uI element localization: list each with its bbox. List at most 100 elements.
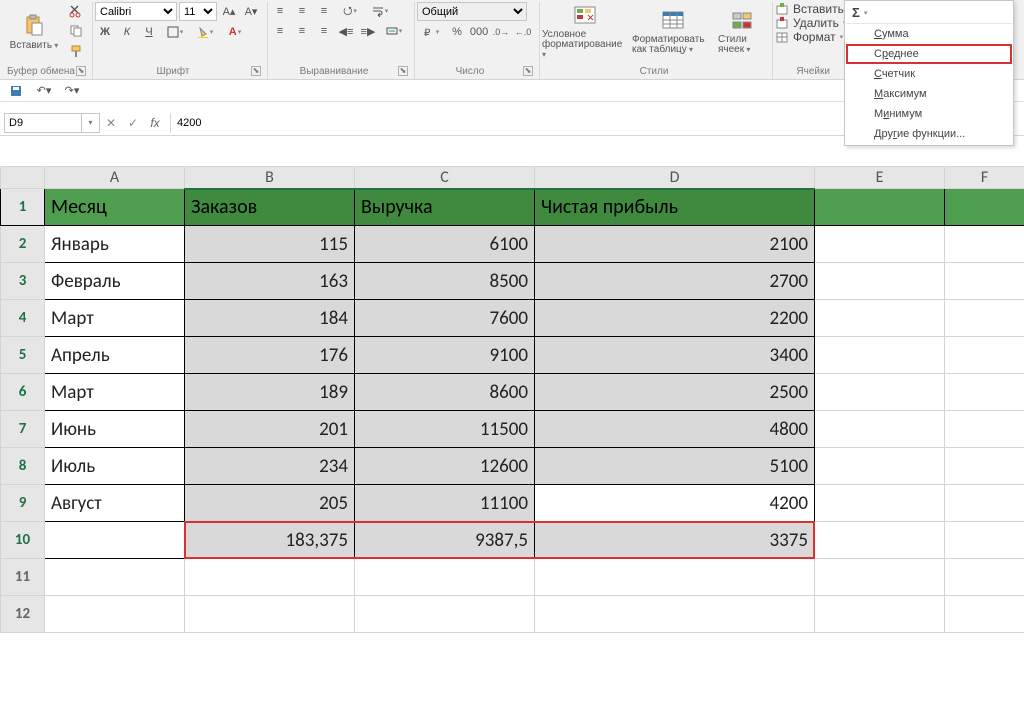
cell-A7[interactable]: Июнь bbox=[45, 411, 185, 448]
cell-B5[interactable]: 176 bbox=[185, 337, 355, 374]
cut-button[interactable] bbox=[66, 2, 86, 20]
align-right-button[interactable]: ≡ bbox=[314, 22, 334, 40]
cell-C2[interactable]: 6100 bbox=[355, 226, 535, 263]
cell-C3[interactable]: 8500 bbox=[355, 263, 535, 300]
font-size-select[interactable]: 11 bbox=[179, 2, 217, 21]
cell-D7[interactable]: 4800 bbox=[535, 411, 815, 448]
wrap-text-button[interactable] bbox=[366, 2, 394, 20]
cell-E9[interactable] bbox=[815, 485, 945, 522]
row-header-8[interactable]: 8 bbox=[1, 448, 45, 485]
percent-button[interactable]: % bbox=[447, 23, 467, 41]
cell-C5[interactable]: 9100 bbox=[355, 337, 535, 374]
paste-button[interactable]: Вставить bbox=[6, 2, 62, 60]
accounting-format-button[interactable]: ₽ bbox=[417, 23, 445, 41]
cell-F9[interactable] bbox=[945, 485, 1024, 522]
name-box-dropdown[interactable]: ▾ bbox=[82, 113, 100, 133]
align-center-button[interactable]: ≡ bbox=[292, 22, 312, 40]
autosum-count[interactable]: Счетчик bbox=[846, 64, 1012, 84]
row-header-9[interactable]: 9 bbox=[1, 485, 45, 522]
cell-E10[interactable] bbox=[815, 522, 945, 559]
cells-insert-button[interactable]: Вставить▾ bbox=[775, 2, 851, 16]
cell-B9[interactable]: 205 bbox=[185, 485, 355, 522]
cell-E6[interactable] bbox=[815, 374, 945, 411]
cell-C7[interactable]: 11500 bbox=[355, 411, 535, 448]
cell-F12[interactable] bbox=[945, 596, 1024, 633]
cell-C6[interactable]: 8600 bbox=[355, 374, 535, 411]
conditional-formatting-button[interactable]: Условное форматирование bbox=[542, 2, 628, 60]
autosum-average[interactable]: Среднее bbox=[846, 44, 1012, 64]
cell-D6[interactable]: 2500 bbox=[535, 374, 815, 411]
number-dialog-launcher[interactable]: ⬊ bbox=[523, 66, 533, 76]
cell-B8[interactable]: 234 bbox=[185, 448, 355, 485]
cell-A9[interactable]: Август bbox=[45, 485, 185, 522]
row-header-12[interactable]: 12 bbox=[1, 596, 45, 633]
cell-E1[interactable] bbox=[815, 189, 945, 226]
col-header-E[interactable]: E bbox=[815, 167, 945, 189]
row-header-2[interactable]: 2 bbox=[1, 226, 45, 263]
cell-B2[interactable]: 115 bbox=[185, 226, 355, 263]
cell-C12[interactable] bbox=[355, 596, 535, 633]
bold-button[interactable]: Ж bbox=[95, 23, 115, 41]
cell-A3[interactable]: Февраль bbox=[45, 263, 185, 300]
cell-E5[interactable] bbox=[815, 337, 945, 374]
row-header-7[interactable]: 7 bbox=[1, 411, 45, 448]
cell-styles-button[interactable]: Стили ячеек bbox=[718, 2, 766, 60]
borders-button[interactable] bbox=[161, 23, 189, 41]
indent-dec-button[interactable]: ◀≡ bbox=[336, 22, 356, 40]
cell-B4[interactable]: 184 bbox=[185, 300, 355, 337]
cell-F8[interactable] bbox=[945, 448, 1024, 485]
orientation-button[interactable]: ⭯ bbox=[336, 2, 364, 20]
indent-inc-button[interactable]: ≡▶ bbox=[358, 22, 378, 40]
cell-B10[interactable]: 183,375 bbox=[185, 522, 355, 559]
col-header-F[interactable]: F bbox=[945, 167, 1024, 189]
cell-A6[interactable]: Март bbox=[45, 374, 185, 411]
cell-E3[interactable] bbox=[815, 263, 945, 300]
underline-button[interactable]: Ч bbox=[139, 23, 159, 41]
cell-E7[interactable] bbox=[815, 411, 945, 448]
cells-format-button[interactable]: Формат▾ bbox=[775, 30, 851, 44]
redo-button[interactable]: ↷▾ bbox=[62, 82, 82, 100]
cell-B6[interactable]: 189 bbox=[185, 374, 355, 411]
font-name-select[interactable]: Calibri bbox=[95, 2, 177, 21]
col-header-D[interactable]: D bbox=[535, 167, 815, 189]
increase-decimal-button[interactable]: .0→ bbox=[491, 23, 511, 41]
cell-D8[interactable]: 5100 bbox=[535, 448, 815, 485]
undo-button[interactable]: ↶▾ bbox=[34, 82, 54, 100]
cell-F7[interactable] bbox=[945, 411, 1024, 448]
cells-delete-button[interactable]: Удалить▾ bbox=[775, 16, 851, 30]
decrease-decimal-button[interactable]: ←.0 bbox=[513, 23, 533, 41]
align-bottom-button[interactable]: ≡ bbox=[314, 2, 334, 20]
spreadsheet[interactable]: A B C D E F 1 Месяц Заказов Выручка Чист… bbox=[0, 166, 1024, 633]
col-header-C[interactable]: C bbox=[355, 167, 535, 189]
cell-D9[interactable]: 4200 bbox=[535, 485, 815, 522]
cell-F6[interactable] bbox=[945, 374, 1024, 411]
align-top-button[interactable]: ≡ bbox=[270, 2, 290, 20]
cell-D5[interactable]: 3400 bbox=[535, 337, 815, 374]
row-header-10[interactable]: 10 bbox=[1, 522, 45, 559]
autosum-max[interactable]: Максимум bbox=[846, 84, 1012, 104]
cell-A1[interactable]: Месяц bbox=[45, 189, 185, 226]
merge-button[interactable] bbox=[380, 22, 408, 40]
cell-F5[interactable] bbox=[945, 337, 1024, 374]
cell-A8[interactable]: Июль bbox=[45, 448, 185, 485]
decrease-font-button[interactable]: A▾ bbox=[241, 3, 261, 21]
cell-A12[interactable] bbox=[45, 596, 185, 633]
cell-D10[interactable]: 3375 bbox=[535, 522, 815, 559]
cell-F10[interactable] bbox=[945, 522, 1024, 559]
alignment-dialog-launcher[interactable]: ⬊ bbox=[398, 66, 408, 76]
cell-E12[interactable] bbox=[815, 596, 945, 633]
fill-color-button[interactable] bbox=[191, 23, 219, 41]
cell-C1[interactable]: Выручка bbox=[355, 189, 535, 226]
cell-F3[interactable] bbox=[945, 263, 1024, 300]
cancel-formula-button[interactable]: ✕ bbox=[100, 116, 122, 130]
cell-F11[interactable] bbox=[945, 559, 1024, 596]
row-header-5[interactable]: 5 bbox=[1, 337, 45, 374]
number-format-select[interactable]: Общий bbox=[417, 2, 527, 21]
cell-D4[interactable]: 2200 bbox=[535, 300, 815, 337]
cell-E2[interactable] bbox=[815, 226, 945, 263]
fx-button[interactable]: fx bbox=[144, 116, 166, 130]
font-dialog-launcher[interactable]: ⬊ bbox=[251, 66, 261, 76]
cell-F2[interactable] bbox=[945, 226, 1024, 263]
row-header-1[interactable]: 1 bbox=[1, 189, 45, 226]
col-header-A[interactable]: A bbox=[45, 167, 185, 189]
